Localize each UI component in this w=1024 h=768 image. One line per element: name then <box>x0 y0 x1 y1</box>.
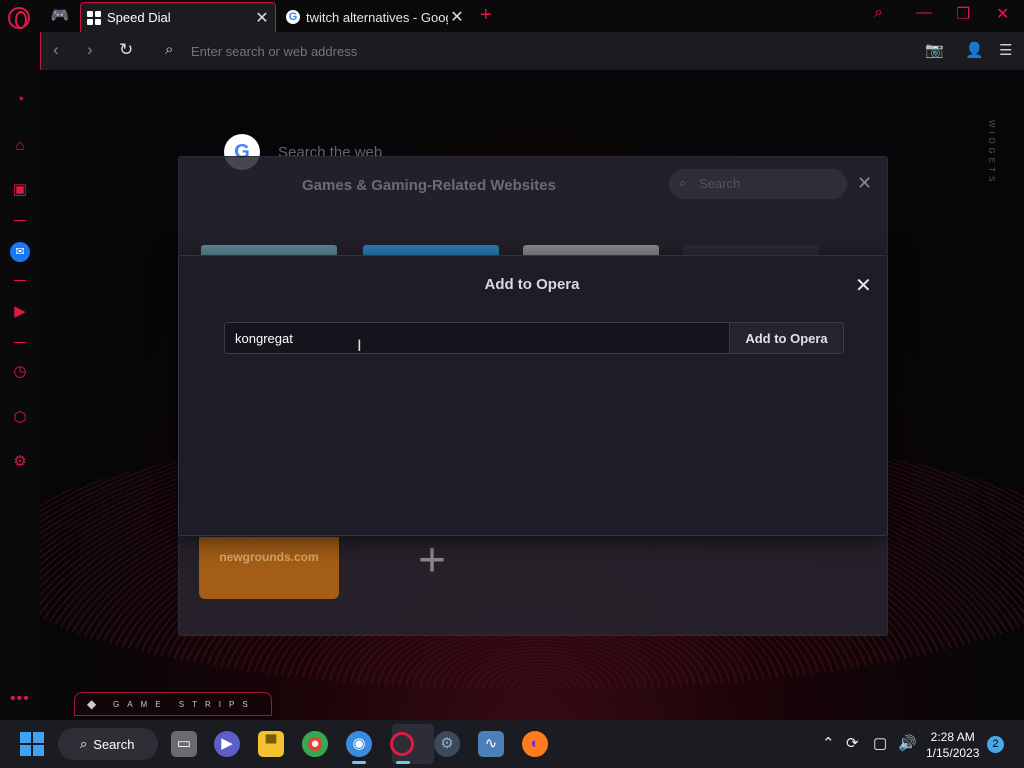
close-tab-icon[interactable]: ✕ <box>448 7 466 27</box>
gamepad-icon[interactable]: 🎮 <box>48 6 72 26</box>
folder-search-field[interactable]: ⌕ Search <box>669 169 847 199</box>
settings-gear-icon[interactable]: ⚙ <box>434 731 460 757</box>
forward-button[interactable]: › <box>87 40 93 60</box>
search-icon: ⌕ <box>165 41 174 58</box>
folder-search-placeholder: Search <box>699 176 741 191</box>
search-icon: ⌕ <box>679 175 687 190</box>
new-tab-button[interactable]: + <box>480 4 492 27</box>
more-icon[interactable]: ••• <box>10 690 30 708</box>
google-icon: G <box>286 10 300 24</box>
tab-title: twitch alternatives - Google <box>306 9 448 25</box>
chrome-icon[interactable]: ● <box>302 731 328 757</box>
cube-icon[interactable]: ⬡ <box>10 408 30 428</box>
text-cursor-icon: Ι <box>357 336 362 355</box>
firefox-icon[interactable]: ◐ <box>522 731 548 757</box>
browser-vpn-icon[interactable]: ◉ <box>346 731 372 757</box>
easy-setup-icon[interactable]: ☰ <box>999 41 1012 59</box>
title-bar: 🎮 Speed Dial ✕ G twitch alternatives - G… <box>0 0 1024 32</box>
speed-dial-icon <box>87 10 101 25</box>
restore-button[interactable]: ❐ <box>956 4 970 24</box>
task-view-icon[interactable]: ▭ <box>171 731 197 757</box>
running-indicator <box>396 761 410 764</box>
address-input[interactable] <box>191 40 791 62</box>
game-strips-label: GAME STRIPS <box>113 700 256 709</box>
taskbar-search-label: Search <box>93 736 135 752</box>
back-button[interactable]: ‹ <box>53 40 59 60</box>
system-clock[interactable]: 2:28 AM 1/15/2023 <box>926 729 979 761</box>
address-bar: ‹ › ↻ ⌕ 📷 👤 ☰ <box>40 32 1024 70</box>
file-explorer-icon[interactable]: ▀ <box>258 731 284 757</box>
tile-label: newgrounds.com <box>219 550 319 564</box>
folder-close-icon[interactable]: ✕ <box>857 173 872 194</box>
reload-button[interactable]: ↻ <box>119 40 133 60</box>
folder-title: Games & Gaming-Related Websites <box>302 177 556 194</box>
game-strips-tab[interactable]: ◆ GAME STRIPS <box>74 692 272 716</box>
speed-dial-sidebar-icon[interactable]: ◔ <box>10 90 30 110</box>
sidebar: ◔ ⌂ ▣ ✉ ▶ ◷ ⬡ ⚙ <box>0 32 40 720</box>
volume-icon[interactable]: 🔊 <box>898 734 917 752</box>
search-icon: ⌕ <box>80 736 88 751</box>
add-to-opera-button[interactable]: Add to Opera <box>729 322 844 354</box>
clock-date: 1/15/2023 <box>926 746 980 760</box>
game-strips-icon: ◆ <box>87 697 97 711</box>
camera-icon[interactable]: 📷 <box>925 41 944 59</box>
close-window-button[interactable]: ✕ <box>996 4 1009 24</box>
close-tab-icon[interactable]: ✕ <box>253 8 271 28</box>
running-indicator <box>352 761 366 764</box>
tab-google-search[interactable]: G twitch alternatives - Google ✕ <box>280 2 470 32</box>
minimize-button[interactable]: — <box>916 4 932 22</box>
dialog-title: Add to Opera <box>484 276 580 293</box>
opera-gx-icon[interactable] <box>390 732 414 756</box>
twitch-icon[interactable]: ▣ <box>10 180 30 200</box>
add-site-button[interactable]: + <box>407 537 457 585</box>
clock-time: 2:28 AM <box>930 730 975 744</box>
windows-start-icon[interactable] <box>20 732 44 756</box>
dialog-close-icon[interactable]: ✕ <box>855 273 872 298</box>
search-tabs-icon[interactable]: ⌕ <box>874 4 883 22</box>
extensions-icon[interactable]: ⌂ <box>10 136 30 156</box>
taskbar-search-button[interactable]: ⌕ Search <box>58 728 158 760</box>
speed-dial-tile-newgrounds[interactable]: newgrounds.com <box>199 537 339 599</box>
opera-menu-icon[interactable] <box>8 7 30 29</box>
add-to-opera-dialog: Add to Opera ✕ Add to Opera Ι <box>178 255 888 536</box>
widgets-label[interactable]: WIDGETS <box>987 120 996 185</box>
monitor-chart-icon[interactable]: ∿ <box>478 731 504 757</box>
windows-taskbar: ⌕ Search ▭ ▶ ▀ ● ◉ ⚙ ∿ ◐ ⌃ ⟳ ▢ 🔊 2:28 AM… <box>0 720 1024 768</box>
history-icon[interactable]: ◷ <box>10 362 30 382</box>
chevron-up-icon[interactable]: ⌃ <box>822 734 835 752</box>
tab-title: Speed Dial <box>107 10 171 25</box>
network-icon[interactable]: ▢ <box>873 734 887 752</box>
teams-chat-icon[interactable]: ▶ <box>214 731 240 757</box>
player-icon[interactable]: ▶ <box>10 302 30 322</box>
settings-icon[interactable]: ⚙ <box>10 452 30 472</box>
notification-badge[interactable]: 2 <box>987 736 1004 753</box>
tab-speed-dial[interactable]: Speed Dial ✕ <box>80 2 276 32</box>
profile-icon[interactable]: 👤 <box>965 41 984 59</box>
url-input[interactable] <box>224 322 729 354</box>
sync-icon[interactable]: ⟳ <box>846 734 859 752</box>
messenger-icon[interactable]: ✉ <box>10 242 30 262</box>
